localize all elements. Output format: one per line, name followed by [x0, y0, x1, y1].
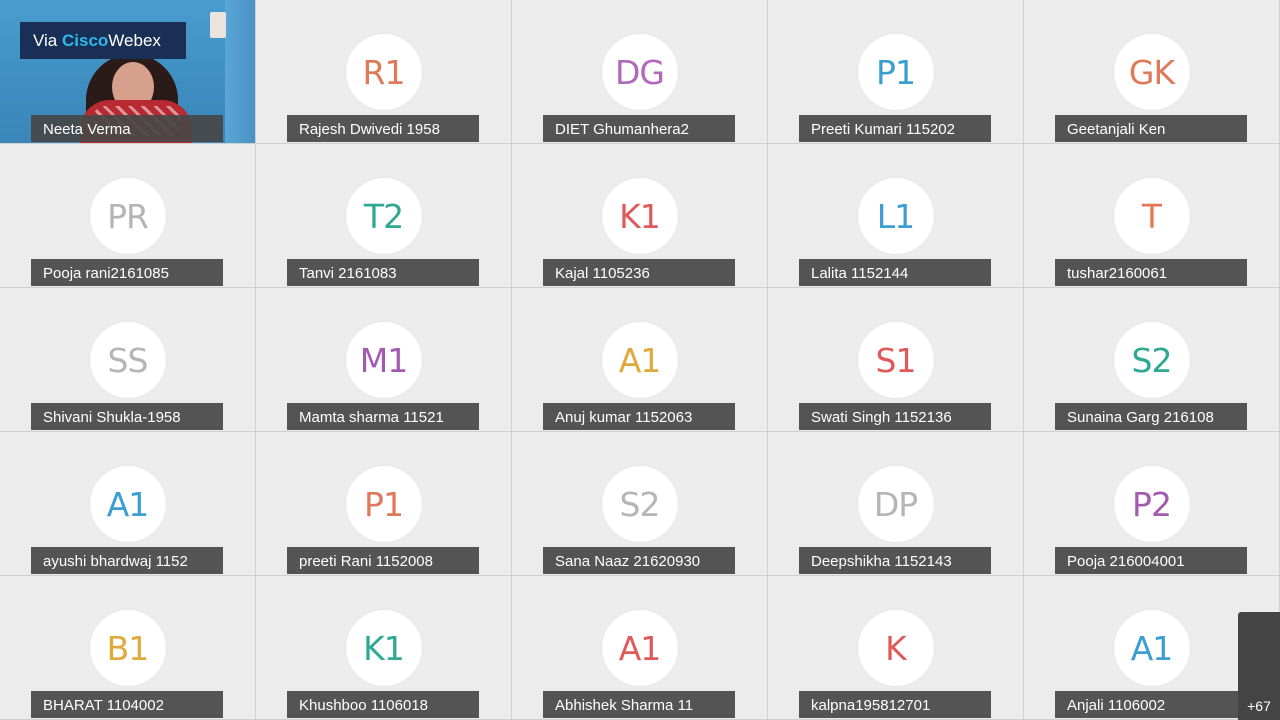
participant-name-label: Lalita 1152144: [799, 259, 991, 286]
webex-brand-badge: Via CiscoWebex: [20, 22, 186, 59]
participant-avatar: A1: [1113, 610, 1190, 686]
participant-avatar: P1: [345, 466, 422, 542]
participant-avatar: T: [1113, 178, 1190, 254]
more-participants-button[interactable]: +67: [1238, 612, 1280, 720]
participant-avatar: L1: [857, 178, 934, 254]
participant-name-label: Tanvi 2161083: [287, 259, 479, 286]
participant-name-label: Deepshikha 1152143: [799, 547, 991, 574]
participant-grid: Via CiscoWebex Neeta Verma R1 Rajesh Dwiv…: [0, 0, 1280, 720]
participant-name-label: Geetanjali Ken: [1055, 115, 1247, 142]
participant-name-label: Pooja 216004001: [1055, 547, 1247, 574]
participant-avatar: GK: [1113, 34, 1190, 110]
participant-name-label: Shivani Shukla-1958: [31, 403, 223, 430]
participant-avatar: B1: [89, 610, 166, 686]
participant-name-label: Rajesh Dwivedi 1958: [287, 115, 479, 142]
participant-avatar: A1: [89, 466, 166, 542]
participant-name-label: Mamta sharma 11521: [287, 403, 479, 430]
brand-accent: Cisco: [62, 31, 109, 50]
participant-tile[interactable]: P1 Preeti Kumari 115202: [768, 0, 1024, 144]
participant-avatar: DP: [857, 466, 934, 542]
participant-name-label: Neeta Verma: [31, 115, 223, 142]
participant-tile[interactable]: S2 Sunaina Garg 216108: [1024, 288, 1280, 432]
participant-name-label: Preeti Kumari 115202: [799, 115, 991, 142]
participant-name-label: tushar2160061: [1055, 259, 1247, 286]
participant-tile[interactable]: T2 Tanvi 2161083: [256, 144, 512, 288]
participant-avatar: S1: [857, 322, 934, 398]
participant-tile[interactable]: DG DIET Ghumanhera2: [512, 0, 768, 144]
participant-tile[interactable]: S1 Swati Singh 1152136: [768, 288, 1024, 432]
participant-avatar: P2: [1113, 466, 1190, 542]
participant-name-label: Kajal 1105236: [543, 259, 735, 286]
participant-tile[interactable]: M1 Mamta sharma 11521: [256, 288, 512, 432]
participant-avatar: K: [857, 610, 934, 686]
brand-suffix: Webex: [108, 31, 161, 50]
video-tile[interactable]: Via CiscoWebex Neeta Verma: [0, 0, 256, 144]
participant-avatar: DG: [601, 34, 678, 110]
participant-name-label: Sana Naaz 21620930: [543, 547, 735, 574]
participant-avatar: S2: [601, 466, 678, 542]
participant-tile[interactable]: K1 Kajal 1105236: [512, 144, 768, 288]
participant-tile[interactable]: P2 Pooja 216004001: [1024, 432, 1280, 576]
participant-name-label: preeti Rani 1152008: [287, 547, 479, 574]
participant-tile[interactable]: PR Pooja rani2161085: [0, 144, 256, 288]
participant-avatar: A1: [601, 322, 678, 398]
participant-name-label: Sunaina Garg 216108: [1055, 403, 1247, 430]
participant-tile[interactable]: B1 BHARAT 1104002: [0, 576, 256, 720]
participant-avatar: A1: [601, 610, 678, 686]
participant-avatar: M1: [345, 322, 422, 398]
participant-avatar: PR: [89, 178, 166, 254]
participant-name-label: Khushboo 1106018: [287, 691, 479, 718]
participant-name-label: Swati Singh 1152136: [799, 403, 991, 430]
participant-tile[interactable]: R1 Rajesh Dwivedi 1958: [256, 0, 512, 144]
participant-avatar: T2: [345, 178, 422, 254]
participant-avatar: SS: [89, 322, 166, 398]
participant-name-label: ayushi bhardwaj 1152: [31, 547, 223, 574]
participant-name-label: Anjali 1106002: [1055, 691, 1247, 718]
participant-avatar: K1: [345, 610, 422, 686]
participant-tile[interactable]: A1 ayushi bhardwaj 1152: [0, 432, 256, 576]
brand-prefix: Via: [33, 31, 62, 50]
participant-tile[interactable]: A1 Abhishek Sharma 11: [512, 576, 768, 720]
participant-tile[interactable]: A1 Anuj kumar 1152063: [512, 288, 768, 432]
participant-tile[interactable]: L1 Lalita 1152144: [768, 144, 1024, 288]
participant-tile[interactable]: P1 preeti Rani 1152008: [256, 432, 512, 576]
participant-name-label: Pooja rani2161085: [31, 259, 223, 286]
participant-name-label: DIET Ghumanhera2: [543, 115, 735, 142]
participant-avatar: R1: [345, 34, 422, 110]
video-background-wall: [225, 0, 255, 143]
participant-tile[interactable]: S2 Sana Naaz 21620930: [512, 432, 768, 576]
participant-name-label: Abhishek Sharma 11: [543, 691, 735, 718]
participant-name-label: Anuj kumar 1152063: [543, 403, 735, 430]
participant-name-label: BHARAT 1104002: [31, 691, 223, 718]
participant-avatar: P1: [857, 34, 934, 110]
video-background-object: [210, 12, 226, 38]
participant-tile[interactable]: Ttushar2160061: [1024, 144, 1280, 288]
participant-avatar: K1: [601, 178, 678, 254]
participant-tile[interactable]: DP Deepshikha 1152143: [768, 432, 1024, 576]
participant-tile[interactable]: Kkalpna195812701: [768, 576, 1024, 720]
participant-avatar: S2: [1113, 322, 1190, 398]
participant-tile[interactable]: GK Geetanjali Ken: [1024, 0, 1280, 144]
participant-tile[interactable]: SS Shivani Shukla-1958: [0, 288, 256, 432]
participant-name-label: kalpna195812701: [799, 691, 991, 718]
participant-tile[interactable]: K1 Khushboo 1106018: [256, 576, 512, 720]
